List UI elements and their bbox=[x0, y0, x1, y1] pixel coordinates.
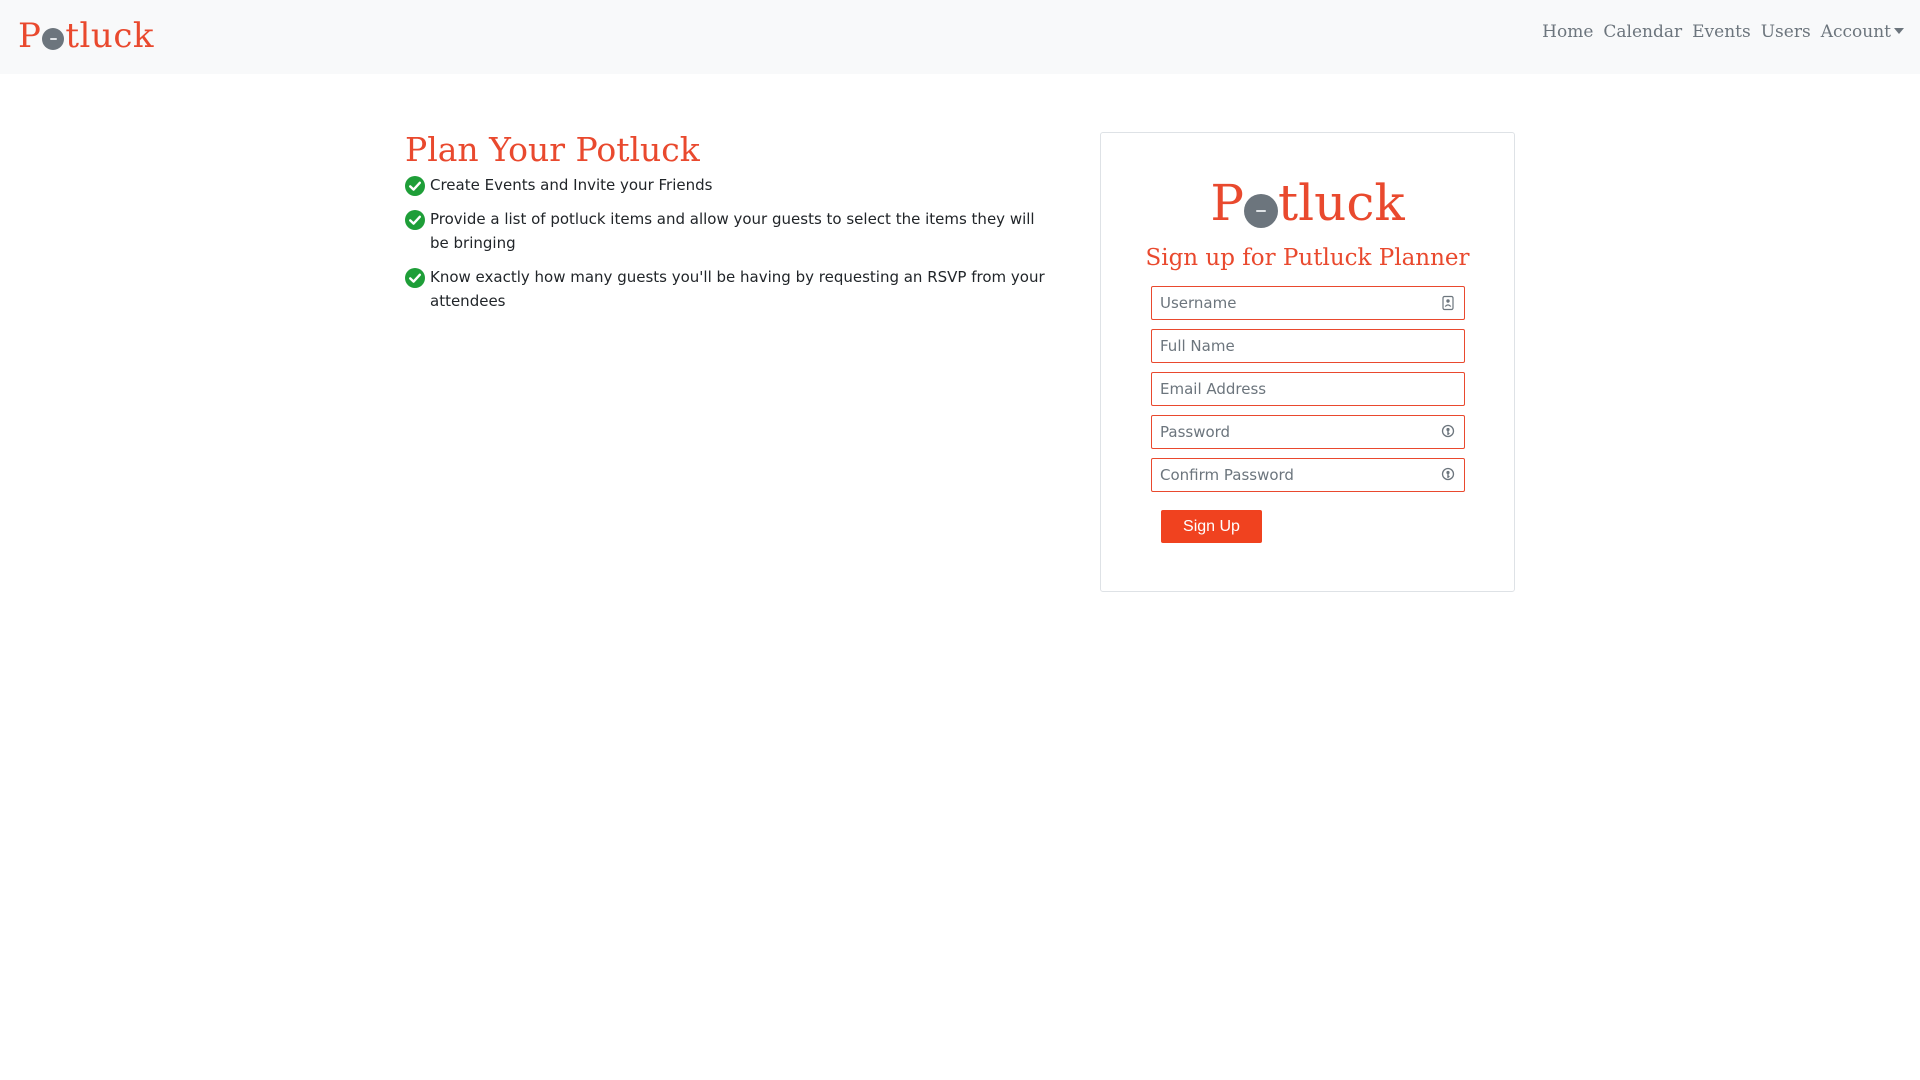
feature-text: Know exactly how many guests you'll be h… bbox=[430, 268, 1045, 310]
key-icon bbox=[1441, 467, 1455, 481]
email-input[interactable] bbox=[1152, 373, 1464, 405]
check-circle-icon bbox=[405, 268, 425, 288]
feature-item: Know exactly how many guests you'll be h… bbox=[405, 265, 1045, 313]
check-circle-icon bbox=[405, 176, 425, 196]
nav-links: Home Calendar Events Users Account bbox=[1542, 22, 1904, 42]
username-input[interactable] bbox=[1152, 287, 1464, 319]
nav-events[interactable]: Events bbox=[1692, 22, 1751, 42]
brand-text-start: P bbox=[18, 16, 42, 56]
email-field-wrapper bbox=[1151, 372, 1465, 406]
check-circle-icon bbox=[405, 210, 425, 230]
hero-section: Plan Your Potluck Create Events and Invi… bbox=[405, 130, 1045, 323]
full-name-field-wrapper bbox=[1151, 329, 1465, 363]
pot-icon bbox=[1244, 194, 1279, 228]
brand-logo[interactable]: Ptluck bbox=[18, 14, 154, 58]
password-input[interactable] bbox=[1152, 416, 1464, 448]
nav-account-label: Account bbox=[1820, 22, 1891, 42]
nav-users[interactable]: Users bbox=[1761, 22, 1811, 42]
card-logo: Ptluck bbox=[1101, 173, 1514, 233]
confirm-password-field-wrapper bbox=[1151, 458, 1465, 492]
logo-text-start: P bbox=[1210, 174, 1245, 232]
username-field-wrapper bbox=[1151, 286, 1465, 320]
nav-account-dropdown[interactable]: Account bbox=[1821, 22, 1904, 42]
feature-item: Create Events and Invite your Friends bbox=[405, 173, 1045, 197]
nav-calendar[interactable]: Calendar bbox=[1603, 22, 1682, 42]
sign-up-button[interactable]: Sign Up bbox=[1161, 510, 1262, 543]
full-name-input[interactable] bbox=[1152, 330, 1464, 362]
contact-card-icon bbox=[1442, 295, 1454, 311]
feature-text: Provide a list of potluck items and allo… bbox=[430, 210, 1035, 252]
key-icon bbox=[1441, 424, 1455, 438]
password-field-wrapper bbox=[1151, 415, 1465, 449]
navbar: Ptluck Home Calendar Events Users Accoun… bbox=[0, 0, 1920, 74]
nav-home[interactable]: Home bbox=[1542, 22, 1593, 42]
pot-icon bbox=[42, 28, 65, 50]
signup-card: Ptluck Sign up for Putluck Planner Usern… bbox=[1100, 132, 1515, 592]
confirm-password-input[interactable] bbox=[1152, 459, 1464, 491]
brand-text-end: tluck bbox=[65, 16, 154, 56]
feature-text: Create Events and Invite your Friends bbox=[430, 176, 713, 194]
hero-title: Plan Your Potluck bbox=[405, 130, 700, 169]
caret-down-icon bbox=[1894, 27, 1904, 34]
feature-item: Provide a list of potluck items and allo… bbox=[405, 207, 1045, 255]
logo-text-end: tluck bbox=[1278, 174, 1405, 232]
signup-title: Sign up for Putluck Planner bbox=[1145, 245, 1470, 271]
